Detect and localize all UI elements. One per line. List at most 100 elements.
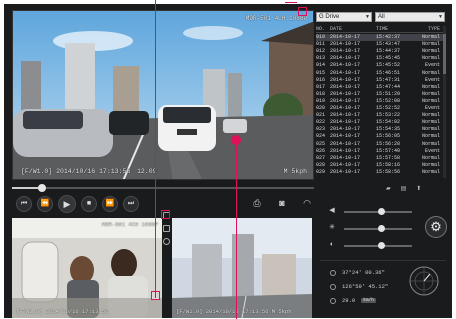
layout-icon[interactable] xyxy=(163,225,170,232)
file-list-row[interactable]: 021 2014-10-17 15:53:22 Normal xyxy=(316,112,446,119)
gear-icon[interactable]: ⚙ xyxy=(425,216,447,238)
rotate-icon[interactable] xyxy=(163,238,170,245)
file-type: Normal xyxy=(421,140,440,147)
volume-slider-handle[interactable] xyxy=(377,208,385,215)
drive-select[interactable]: G Drive ▼ xyxy=(316,12,372,22)
info-icon[interactable]: ▤ xyxy=(401,185,407,192)
main-osd-timestamp: [F/W1.0] 2014/10/16 17:13:56 xyxy=(21,168,131,175)
file-list-row[interactable]: 018 2014-10-17 15:51:20 Normal xyxy=(316,91,446,98)
file-list-row[interactable]: 029 2014-10-17 15:58:56 Normal xyxy=(316,169,446,176)
file-type: Normal xyxy=(421,119,440,126)
file-time: 15:46:51 xyxy=(376,69,401,76)
speed-unit-toggle[interactable]: km/h xyxy=(361,298,377,303)
file-list-row[interactable]: 025 2014-10-17 15:56:28 Normal xyxy=(316,141,446,148)
column-header-time[interactable]: TIME xyxy=(376,26,412,32)
speed-value: 29.0 xyxy=(342,297,356,304)
file-date: 2014-10-17 xyxy=(330,154,361,161)
file-date: 2014-10-17 xyxy=(330,97,361,104)
contrast-slider-row: ◐ xyxy=(328,239,418,256)
column-header-no[interactable]: NO. xyxy=(316,26,330,32)
file-number: 012 xyxy=(316,48,326,55)
contrast-slider[interactable] xyxy=(344,242,412,249)
stop-icon[interactable]: ■ xyxy=(81,196,97,212)
file-list-row[interactable]: 012 2014-10-17 15:44:37 Normal xyxy=(316,48,446,55)
file-type: Normal xyxy=(421,90,440,97)
file-list-row[interactable]: 016 2014-10-17 15:47:31 Event xyxy=(316,77,446,84)
file-date: 2014-10-17 xyxy=(330,41,361,48)
speed-icon xyxy=(330,297,336,304)
file-date: 2014-10-17 xyxy=(330,90,361,97)
file-list-row[interactable]: 011 2014-10-17 15:43:47 Normal xyxy=(316,41,446,48)
gps-info-panel: 37°24' 00.36" 126°59' 45.12" 29.0 km/h xyxy=(320,260,446,314)
file-time: 15:54:35 xyxy=(376,126,401,133)
file-list-row[interactable]: 024 2014-10-17 15:56:05 Normal xyxy=(316,133,446,140)
file-number: 025 xyxy=(316,140,326,147)
annotation-box-bottom xyxy=(151,291,160,300)
brightness-slider[interactable] xyxy=(344,225,412,232)
sub2-osd-timestamp: [F/W1.0] 2014/10/16 17:13:56 M 5kph xyxy=(176,308,292,315)
playback-progress-handle[interactable] xyxy=(38,184,47,192)
sub-video-rear[interactable]: [F/W1.0] 2014/10/16 17:13:56 M 5kph xyxy=(172,218,312,318)
longitude-value: 126°59' 45.12" xyxy=(342,283,389,290)
playback-progress-bar[interactable] xyxy=(12,184,314,192)
upload-icon[interactable]: ⬆ xyxy=(416,185,421,192)
skip-to-end-icon[interactable]: ⏭ xyxy=(123,196,139,212)
file-list-row[interactable]: 026 2014-10-17 15:57:40 Event xyxy=(316,148,446,155)
main-video-view[interactable]: MDR-501 4CH 1080P [F/W1.0] 2014/10/16 17… xyxy=(12,10,314,180)
camera-icon[interactable]: ◙ xyxy=(275,197,289,209)
sub-video-interior[interactable]: MDR-501 4CH 1080P [F/W1.0] 2014/10/16 17… xyxy=(12,218,162,318)
file-list-row[interactable]: 020 2014-10-17 15:52:52 Event xyxy=(316,105,446,112)
file-time: 15:57:58 xyxy=(376,154,401,161)
compass-icon xyxy=(409,266,439,296)
file-list-row[interactable]: 014 2014-10-17 15:45:52 Event xyxy=(316,62,446,69)
file-list-row[interactable]: 027 2014-10-17 15:57:58 Normal xyxy=(316,155,446,162)
file-list-row[interactable]: 022 2014-10-17 15:54:02 Normal xyxy=(316,119,446,126)
file-list-scrollbar[interactable] xyxy=(443,26,446,178)
contrast-slider-handle[interactable] xyxy=(377,242,385,249)
category-select[interactable]: All ▼ xyxy=(375,12,445,22)
file-date: 2014-10-17 xyxy=(330,83,361,90)
main-osd-speed: M 5kph xyxy=(283,168,307,175)
file-list-row[interactable]: 019 2014-10-17 15:52:08 Normal xyxy=(316,98,446,105)
file-type: Normal xyxy=(421,112,440,119)
file-time: 15:58:16 xyxy=(376,161,401,168)
dashcam-player-window: MDR-501 4CH 1080P [F/W1.0] 2014/10/16 17… xyxy=(4,4,452,318)
rewind-icon[interactable]: ⏪ xyxy=(37,196,53,212)
column-header-type[interactable]: TYPE xyxy=(412,26,442,32)
file-time: 15:53:22 xyxy=(376,112,401,119)
brightness-slider-handle[interactable] xyxy=(377,225,385,232)
file-date: 2014-10-17 xyxy=(330,55,361,62)
play-icon[interactable]: ▶ xyxy=(58,195,76,213)
speedometer-icon[interactable]: ◠ xyxy=(300,197,314,209)
annotation-arrow-top xyxy=(285,2,297,3)
skip-to-start-icon[interactable]: ⏮ xyxy=(16,196,32,212)
file-time: 15:56:05 xyxy=(376,133,401,140)
file-number: 014 xyxy=(316,62,326,69)
file-number: 018 xyxy=(316,90,326,97)
main-osd-model: MDR-501 4CH 1080P xyxy=(245,15,307,22)
file-time: 15:58:56 xyxy=(376,168,401,175)
file-list-row[interactable]: 013 2014-10-17 15:45:45 Normal xyxy=(316,55,446,62)
file-list-row[interactable]: 017 2014-10-17 15:47:44 Normal xyxy=(316,84,446,91)
file-time: 15:47:31 xyxy=(376,76,401,83)
adjustment-sliders: ◀ ✳ ◐ xyxy=(328,205,418,256)
street-scene-image xyxy=(13,11,313,179)
file-list-row[interactable]: 028 2014-10-17 15:58:16 Normal xyxy=(316,162,446,169)
file-list-row[interactable]: 015 2014-10-17 15:46:51 Normal xyxy=(316,70,446,77)
file-date: 2014-10-17 xyxy=(330,133,361,140)
file-list-scroll-thumb[interactable] xyxy=(443,34,446,74)
latitude-value: 37°24' 00.36" xyxy=(342,269,385,276)
file-number: 028 xyxy=(316,161,326,168)
volume-slider[interactable] xyxy=(344,208,412,215)
folder-icon[interactable]: ▰ xyxy=(386,185,391,192)
print-icon[interactable]: ⎙ xyxy=(250,197,264,209)
file-type: Normal xyxy=(421,126,440,133)
recording-file-list[interactable]: NO. DATE TIME TYPE 010 2014-10-17 15:42:37… xyxy=(316,26,446,178)
latitude-icon xyxy=(330,269,336,276)
column-header-date[interactable]: DATE xyxy=(330,26,376,32)
file-list-row[interactable]: 023 2014-10-17 15:54:35 Normal xyxy=(316,126,446,133)
file-list-row[interactable]: 010 2014-10-17 15:42:37 Normal xyxy=(316,34,446,42)
fast-forward-icon[interactable]: ⏩ xyxy=(102,196,118,212)
file-type: Event xyxy=(424,76,440,83)
file-filter-bar: G Drive ▼ All ▼ xyxy=(316,12,445,22)
